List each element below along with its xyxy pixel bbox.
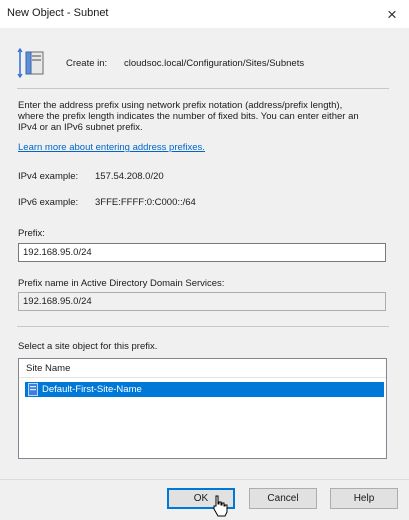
help-button[interactable]: Help	[330, 488, 398, 509]
site-name: Default-First-Site-Name	[42, 384, 142, 395]
mouse-pointer-icon	[213, 495, 228, 517]
create-in-label: Create in:	[66, 58, 108, 69]
cancel-button[interactable]: Cancel	[249, 488, 317, 509]
prefix-label: Prefix:	[18, 228, 45, 239]
ipv6-example-value: 3FFE:FFFF:0:C000::/64	[95, 197, 196, 208]
close-button[interactable]: ×	[375, 0, 409, 28]
title-bar: New Object - Subnet ×	[0, 0, 409, 28]
ad-container-icon	[17, 47, 44, 79]
window-title: New Object - Subnet	[7, 7, 109, 19]
ipv4-example-value: 157.54.208.0/20	[95, 171, 164, 182]
prefix-name-field	[18, 292, 386, 311]
ipv4-example-label: IPv4 example:	[18, 171, 79, 182]
close-icon[interactable]: ×	[387, 6, 397, 23]
column-header-label: Site Name	[26, 363, 71, 374]
list-item-site[interactable]: Default-First-Site-Name	[25, 382, 384, 397]
site-select-label: Select a site object for this prefix.	[18, 341, 158, 352]
column-header-site-name[interactable]: Site Name	[19, 359, 386, 378]
ipv6-example-label: IPv6 example:	[18, 197, 79, 208]
site-listbox[interactable]: Site Name Default-First-Site-Name	[18, 358, 387, 459]
prefix-input[interactable]	[18, 243, 386, 262]
learn-more-link[interactable]: Learn more about entering address prefix…	[18, 142, 205, 153]
site-icon	[28, 383, 38, 396]
separator	[17, 326, 389, 327]
description-text: Enter the address prefix using network p…	[18, 100, 359, 133]
prefix-name-label: Prefix name in Active Directory Domain S…	[18, 278, 225, 289]
separator	[17, 88, 389, 89]
create-in-path: cloudsoc.local/Configuration/Sites/Subne…	[124, 58, 305, 69]
